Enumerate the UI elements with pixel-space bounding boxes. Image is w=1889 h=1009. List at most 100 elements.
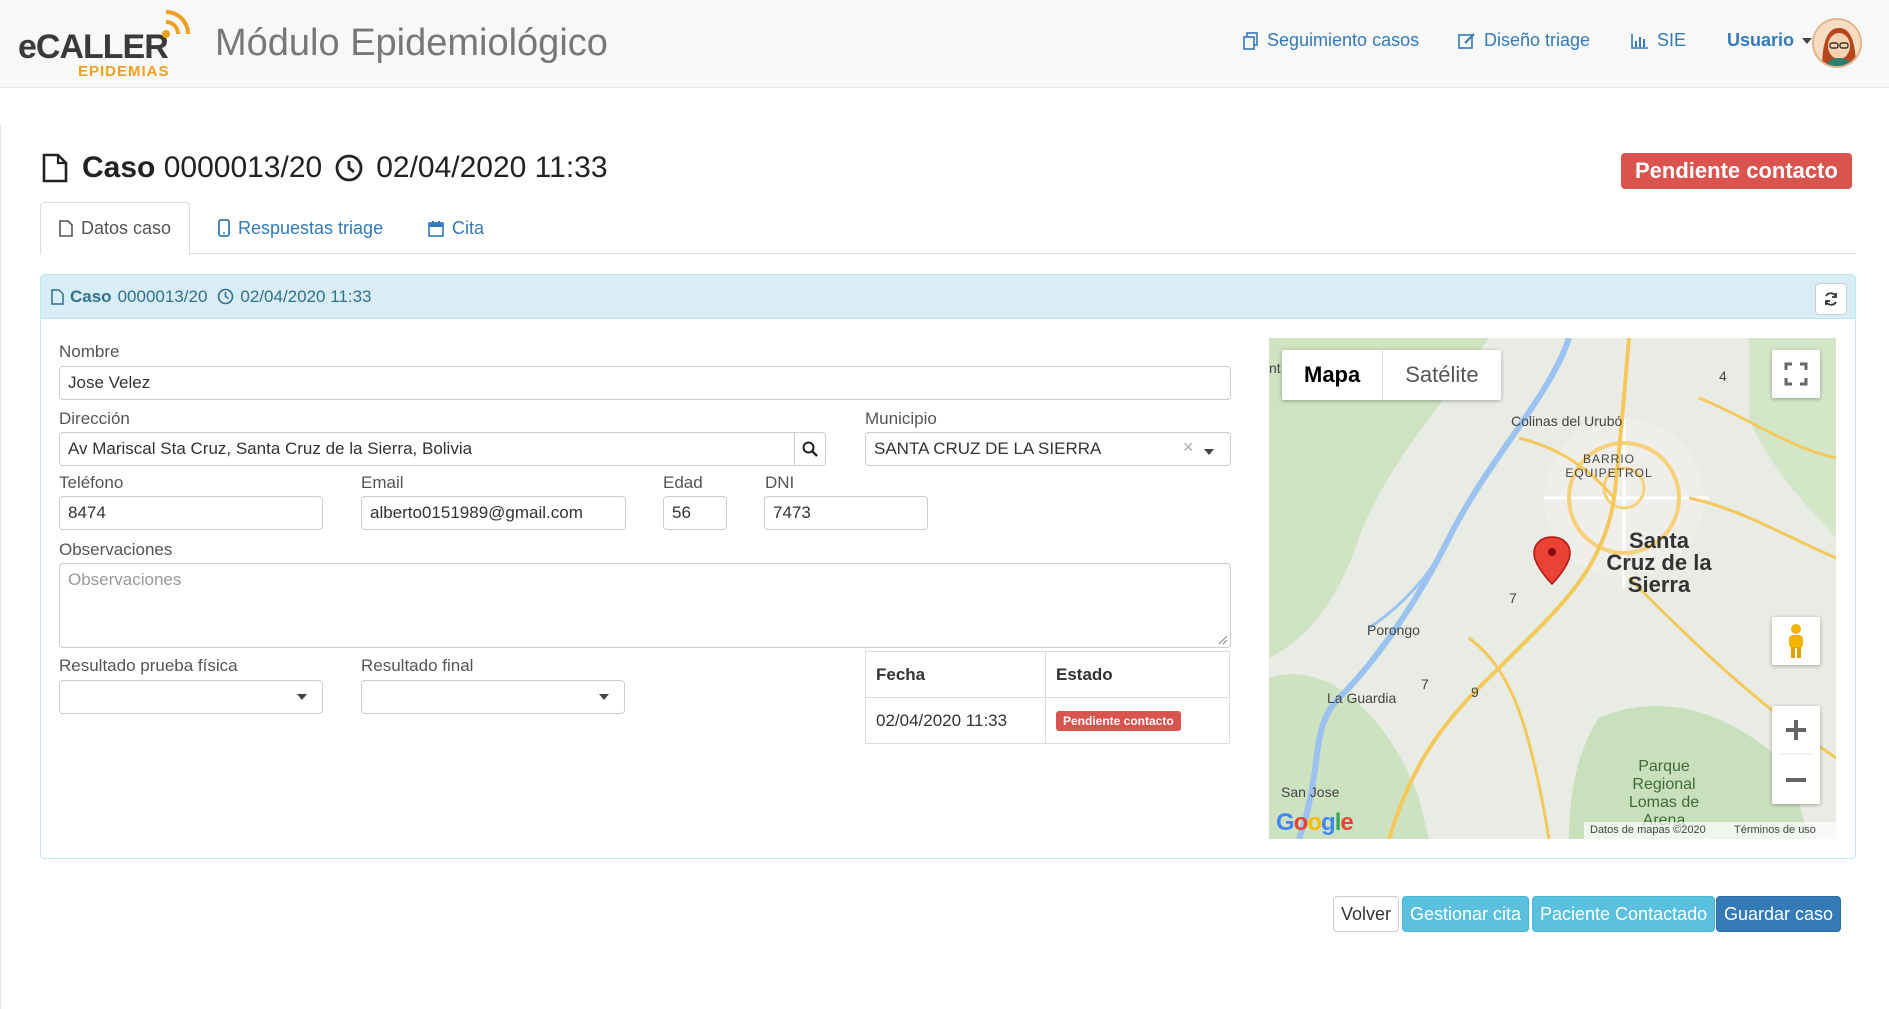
user-menu[interactable]: Usuario — [1727, 30, 1813, 51]
telefono-label: Teléfono — [59, 473, 124, 492]
map-route-4: 4 — [1719, 368, 1727, 384]
app-title: Módulo Epidemiológico — [215, 22, 608, 64]
tab-datos-caso[interactable]: Datos caso — [40, 202, 191, 255]
file-icon — [51, 288, 64, 305]
user-avatar-icon — [1814, 20, 1860, 66]
nav-sie-label: SIE — [1657, 30, 1687, 50]
tab-cita-label: Cita — [452, 217, 485, 238]
resultado-fisica-select[interactable] — [59, 680, 323, 714]
calendar-icon — [428, 220, 444, 237]
observaciones-label: Observaciones — [59, 540, 173, 559]
map-data-attribution[interactable]: Datos de mapas ©2020 — [1590, 824, 1706, 836]
map-route-9: 9 — [1471, 684, 1479, 700]
fullscreen-button[interactable] — [1772, 350, 1820, 398]
direccion-search-button[interactable] — [794, 432, 826, 466]
avatar[interactable] — [1812, 18, 1862, 68]
panel-case-number: 0000013/20 — [117, 286, 208, 306]
table-header-estado: Estado — [1045, 651, 1230, 698]
fullscreen-icon — [1784, 362, 1808, 386]
case-number: 0000013/20 — [163, 151, 323, 184]
map-type-mapa[interactable]: Mapa — [1282, 350, 1384, 400]
guardar-caso-button[interactable]: Guardar caso — [1716, 896, 1842, 932]
resultado-final-label: Resultado final — [361, 656, 474, 675]
tab-cita[interactable]: Cita — [410, 202, 502, 254]
bar-chart-icon — [1631, 33, 1648, 49]
clear-icon[interactable]: × — [1183, 437, 1194, 458]
table-row: 02/04/2020 11:33 Pendiente contacto — [865, 697, 1230, 744]
top-navbar: eCALLER EPIDEMIAS Módulo Epidemiológico … — [0, 0, 1889, 88]
chevron-down-icon — [1204, 449, 1214, 455]
signal-waves-icon — [162, 10, 190, 38]
edit-icon — [1458, 32, 1475, 49]
direccion-label: Dirección — [59, 409, 130, 428]
panel-heading: Caso 0000013/20 02/04/2020 11:33 — [41, 275, 1855, 319]
row-estado-cell: Pendiente contacto — [1045, 697, 1230, 744]
edad-field[interactable]: 56 — [663, 496, 727, 530]
street-view-button[interactable] — [1772, 617, 1820, 665]
resultado-fisica-label: Resultado prueba física — [59, 656, 238, 675]
municipio-label: Municipio — [865, 409, 937, 428]
search-icon — [802, 441, 818, 457]
map-route-7b: 7 — [1421, 676, 1429, 692]
row-fecha: 02/04/2020 11:33 — [865, 697, 1046, 744]
resize-handle-icon[interactable] — [1218, 635, 1228, 645]
observaciones-textarea[interactable]: Observaciones — [59, 563, 1231, 648]
map-label-la-guardia: La Guardia — [1327, 690, 1397, 706]
tab-respuestas-triage[interactable]: Respuestas triage — [200, 202, 401, 254]
nav-seguimiento-casos[interactable]: Seguimiento casos — [1243, 30, 1419, 51]
gestionar-cita-button[interactable]: Gestionar cita — [1402, 896, 1530, 932]
case-datetime: 02/04/2020 11:33 — [376, 151, 608, 184]
logo-sub-text: EPIDEMIAS — [78, 63, 170, 80]
zoom-out-icon[interactable] — [1772, 755, 1820, 804]
chevron-down-icon — [297, 694, 307, 700]
map-label-parque: Parque Regional Lomas de Arena — [1628, 758, 1700, 829]
nombre-label: Nombre — [59, 342, 120, 361]
map-label-porongo: Porongo — [1367, 622, 1420, 638]
email-field[interactable]: alberto0151989@gmail.com — [361, 496, 626, 530]
map-label-barrio: BARRIO EQUIPETROL — [1565, 452, 1653, 480]
tab-datos-caso-label: Datos caso — [81, 218, 172, 238]
case-word: Caso — [82, 151, 156, 184]
map-label-san-jose: San Jose — [1281, 784, 1340, 800]
logo-main-text: eCALLER — [18, 28, 169, 66]
volver-button[interactable]: Volver — [1333, 896, 1400, 932]
google-map[interactable]: nt 4 Colinas del Urubó BARRIO EQUIPETROL… — [1269, 338, 1836, 839]
map-type-control: Mapa Satélite — [1282, 350, 1501, 400]
chevron-down-icon — [599, 694, 609, 700]
copy-icon — [1243, 31, 1258, 50]
refresh-button[interactable] — [1815, 283, 1847, 315]
panel-datetime: 02/04/2020 11:33 — [240, 286, 372, 306]
map-terms-link[interactable]: Términos de uso — [1734, 824, 1816, 836]
nav-seguimiento-label: Seguimiento casos — [1267, 30, 1420, 50]
telefono-field[interactable]: 8474 — [59, 496, 323, 530]
status-badge: Pendiente contacto — [1621, 153, 1852, 189]
chevron-down-icon — [1802, 37, 1813, 44]
ecaller-logo[interactable]: eCALLER EPIDEMIAS — [18, 6, 198, 82]
mobile-icon — [218, 219, 230, 237]
zoom-in-icon[interactable] — [1772, 706, 1820, 755]
user-label: Usuario — [1727, 30, 1795, 50]
map-type-satelite[interactable]: Satélite — [1383, 350, 1500, 400]
municipio-select[interactable]: SANTA CRUZ DE LA SIERRA — [865, 432, 1231, 466]
nav-diseno-triage[interactable]: Diseño triage — [1458, 30, 1590, 51]
resultado-final-select[interactable] — [361, 680, 625, 714]
map-edge-label: nt — [1269, 360, 1281, 376]
google-logo[interactable]: Google — [1276, 809, 1354, 837]
clock-icon — [218, 288, 234, 305]
pegman-icon — [1789, 624, 1803, 658]
file-icon — [59, 220, 73, 237]
direccion-field[interactable]: Av Mariscal Sta Cruz, Santa Cruz de la S… — [59, 432, 795, 466]
page-edge-divider — [0, 125, 1, 1009]
refresh-icon — [1825, 292, 1837, 306]
panel-case-word: Caso — [70, 286, 112, 306]
map-route-7a: 7 — [1509, 590, 1517, 606]
case-tabs: Datos caso Respuestas triage Cita — [40, 202, 1856, 255]
nombre-field[interactable]: Jose Velez — [59, 366, 1231, 400]
table-header-fecha: Fecha — [865, 651, 1046, 698]
dni-label: DNI — [765, 473, 795, 492]
dni-field[interactable]: 7473 — [764, 496, 928, 530]
nav-sie[interactable]: SIE — [1631, 30, 1686, 51]
clock-icon — [335, 154, 363, 182]
paciente-contactado-button[interactable]: Paciente Contactado — [1532, 896, 1716, 932]
nav-diseno-label: Diseño triage — [1484, 30, 1591, 50]
